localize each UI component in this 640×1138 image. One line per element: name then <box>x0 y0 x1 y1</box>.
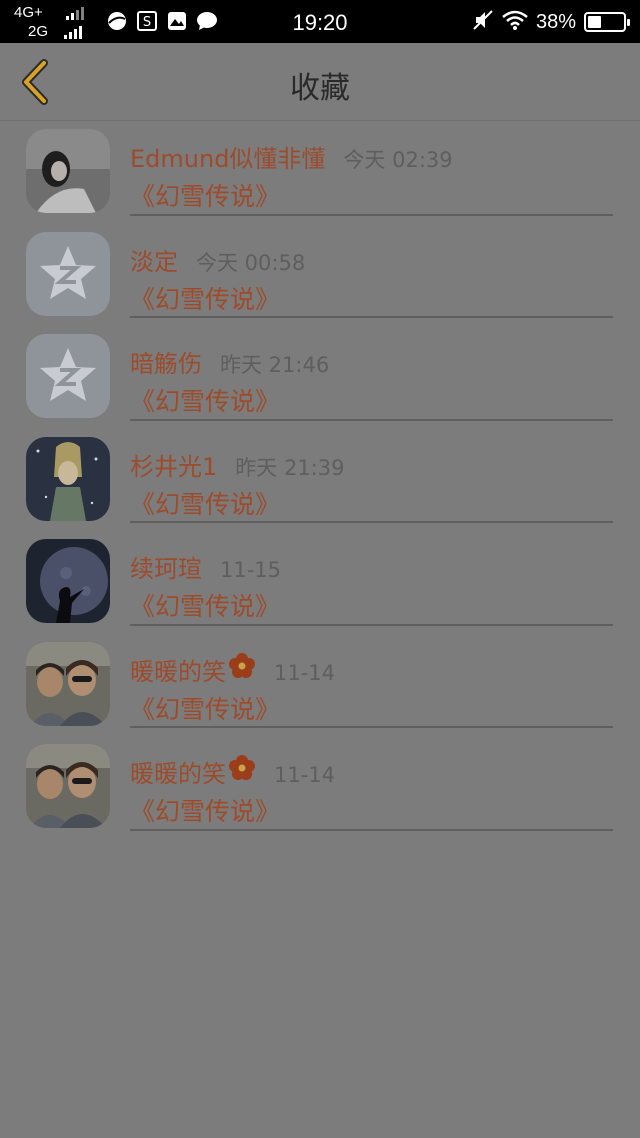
name-line: 淡定 今天 00:58 <box>130 242 305 277</box>
book-title[interactable]: 《幻雪传说》 <box>130 792 280 828</box>
user-name[interactable]: 杉井光1 <box>130 447 217 482</box>
book-title[interactable]: 《幻雪传说》 <box>130 587 280 623</box>
avatar[interactable] <box>26 539 110 623</box>
divider <box>130 213 613 216</box>
list-item[interactable]: 续珂瑄 11-15 《幻雪传说》 <box>0 531 640 634</box>
user-name[interactable]: 续珂瑄 <box>130 549 202 584</box>
avatar[interactable] <box>26 744 110 828</box>
battery-percent: 38% <box>535 10 576 33</box>
list-item[interactable]: 暖暖的笑 11-14 《幻雪传说》 <box>0 634 640 737</box>
avatar[interactable] <box>26 436 110 521</box>
user-name[interactable]: Edmund似懂非懂 <box>130 139 325 174</box>
list-item[interactable]: 杉井光1 昨天 21:39 《幻雪传说》 <box>0 429 640 532</box>
user-name[interactable]: 暖暖的笑 <box>130 652 226 687</box>
timestamp: 11-15 <box>220 558 282 582</box>
mute-icon <box>472 9 494 35</box>
divider <box>130 418 613 421</box>
avatar[interactable] <box>26 334 110 418</box>
timestamp: 11-14 <box>274 763 336 787</box>
name-line: 续珂瑄 11-15 <box>130 549 281 584</box>
status-bar: 4G+ 2G S 19:20 38% <box>0 0 640 43</box>
name-line: 杉井光1 昨天 21:39 <box>130 447 344 482</box>
divider <box>130 726 613 728</box>
user-name[interactable]: 暖暖的笑 <box>130 754 226 789</box>
battery-fill <box>588 16 601 28</box>
battery-icon <box>584 12 630 32</box>
name-line: 暖暖的笑 11-14 <box>130 754 335 789</box>
list-item[interactable]: Edmund似懂非懂 今天 02:39 《幻雪传说》 <box>0 121 640 224</box>
user-name[interactable]: 暗觞伤 <box>130 344 202 379</box>
flower-icon <box>229 755 255 780</box>
list-item[interactable]: 暖暖的笑 11-14 《幻雪传说》 <box>0 736 640 839</box>
timestamp: 今天 00:58 <box>196 250 306 275</box>
name-line: 暗觞伤 昨天 21:46 <box>130 344 329 379</box>
book-title[interactable]: 《幻雪传说》 <box>130 382 280 418</box>
avatar[interactable] <box>26 129 110 213</box>
divider <box>130 521 613 523</box>
name-line: Edmund似懂非懂 今天 02:39 <box>130 139 453 174</box>
divider <box>130 316 613 318</box>
wifi-icon <box>502 10 528 34</box>
timestamp: 昨天 21:46 <box>220 353 330 377</box>
book-title[interactable]: 《幻雪传说》 <box>130 485 280 521</box>
favorites-list: Edmund似懂非懂 今天 02:39 《幻雪传说》 淡定 今天 00:58 《幻雪传说》… <box>0 121 640 839</box>
page-title: 收藏 <box>290 71 350 106</box>
list-item[interactable]: 暗觞伤 昨天 21:46 《幻雪传说》 <box>0 326 640 429</box>
nav-header: 收藏 <box>0 43 640 121</box>
flower-icon <box>229 652 255 678</box>
name-line: 暖暖的笑 11-14 <box>130 652 335 687</box>
timestamp: 昨天 21:39 <box>235 455 345 480</box>
list-item[interactable]: 淡定 今天 00:58 《幻雪传说》 <box>0 224 640 327</box>
timestamp: 今天 02:39 <box>343 148 453 172</box>
user-name[interactable]: 淡定 <box>130 242 178 277</box>
book-title[interactable]: 《幻雪传说》 <box>130 177 280 213</box>
avatar[interactable] <box>26 231 110 316</box>
divider <box>130 623 613 626</box>
timestamp: 11-14 <box>274 660 336 685</box>
divider <box>130 828 613 831</box>
status-right: 38% <box>472 9 630 35</box>
book-title[interactable]: 《幻雪传说》 <box>130 690 280 726</box>
book-title[interactable]: 《幻雪传说》 <box>130 280 280 316</box>
avatar[interactable] <box>26 641 110 726</box>
